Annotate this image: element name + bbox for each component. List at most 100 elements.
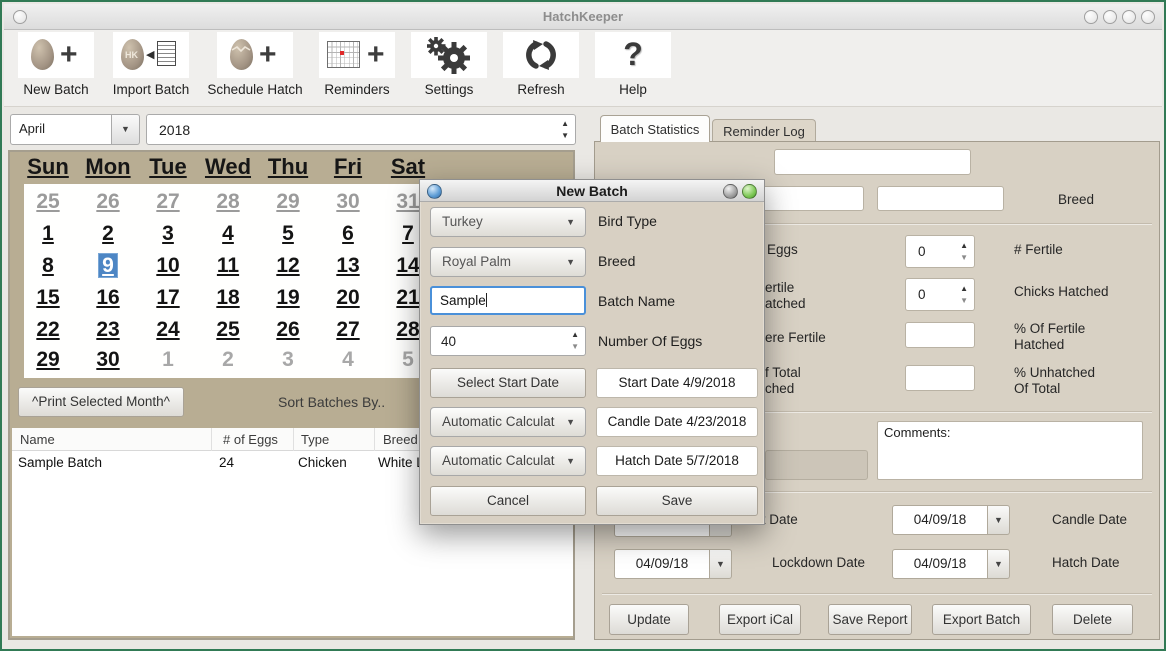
- calendar-day[interactable]: 12: [258, 251, 318, 281]
- window-maximize-button[interactable]: [1103, 10, 1117, 24]
- save-report-button[interactable]: Save Report: [828, 604, 912, 635]
- title-bar: HatchKeeper: [4, 4, 1162, 30]
- export-batch-button[interactable]: Export Batch: [932, 604, 1031, 635]
- window-restore-button[interactable]: [1122, 10, 1136, 24]
- calendar-day[interactable]: 3: [138, 219, 198, 249]
- lockdown-date-combo[interactable]: 04/09/18 ▼: [614, 549, 732, 579]
- schedule-hatch-button[interactable]: + Schedule Hatch: [207, 32, 303, 97]
- year-value: 2018: [159, 122, 190, 138]
- number-of-eggs-spinner[interactable]: 40 ▲▼: [430, 326, 586, 356]
- save-button[interactable]: Save: [596, 486, 758, 516]
- chevron-down-icon[interactable]: ▼: [710, 549, 732, 579]
- calendar-day[interactable]: 2: [198, 345, 258, 375]
- column-header-name[interactable]: Name: [20, 432, 55, 447]
- calendar-day[interactable]: 20: [318, 283, 378, 313]
- candle-date-label: Candle Date: [1052, 512, 1127, 528]
- chevron-down-icon: ▼: [566, 408, 575, 436]
- calendar-day[interactable]: 23: [78, 315, 138, 345]
- spinner-arrows[interactable]: ▲▼: [960, 283, 968, 307]
- import-batch-egg-document-icon: HK ◀: [113, 32, 189, 78]
- tab-reminder-log[interactable]: Reminder Log: [712, 119, 816, 142]
- calendar-day[interactable]: 16: [78, 283, 138, 313]
- refresh-button[interactable]: Refresh: [493, 32, 589, 97]
- calendar-day[interactable]: 1: [18, 219, 78, 249]
- calendar-day[interactable]: 15: [18, 283, 78, 313]
- calendar-day[interactable]: 4: [198, 219, 258, 249]
- calendar-day[interactable]: 18: [198, 283, 258, 313]
- help-button[interactable]: ? Help: [585, 32, 681, 97]
- bird-type-dropdown[interactable]: Turkey▼: [430, 207, 586, 237]
- reminders-button[interactable]: + Reminders: [309, 32, 405, 97]
- dialog-title-bar: New Batch: [420, 180, 764, 202]
- spinner-arrows[interactable]: ▲▼: [960, 240, 968, 264]
- new-batch-button[interactable]: + New Batch: [8, 32, 104, 97]
- sort-batches-label[interactable]: Sort Batches By..: [278, 394, 385, 410]
- batch-name-input[interactable]: Sample: [430, 286, 586, 315]
- delete-button[interactable]: Delete: [1052, 604, 1133, 635]
- chevron-down-icon[interactable]: ▼: [988, 549, 1010, 579]
- fertile-spinner[interactable]: 0 ▲▼: [905, 235, 975, 268]
- dialog-maximize-icon[interactable]: [742, 184, 757, 199]
- calendar-day[interactable]: 30: [78, 345, 138, 375]
- calendar-day[interactable]: 8: [18, 251, 78, 281]
- calendar-day[interactable]: 10: [138, 251, 198, 281]
- calendar-day[interactable]: 25: [18, 187, 78, 217]
- calendar-day[interactable]: 4: [318, 345, 378, 375]
- calendar-day[interactable]: 2: [78, 219, 138, 249]
- candle-date-combo[interactable]: 04/09/18 ▼: [892, 505, 1010, 535]
- print-selected-month-button[interactable]: ^Print Selected Month^: [18, 387, 184, 417]
- calendar-day[interactable]: 29: [18, 345, 78, 375]
- pct-unhatched-field[interactable]: [905, 365, 975, 391]
- calendar-day[interactable]: 29: [258, 187, 318, 217]
- calendar-day[interactable]: 9: [78, 251, 138, 281]
- column-header-eggs[interactable]: # of Eggs: [223, 432, 278, 447]
- batch-name-field[interactable]: [774, 149, 971, 175]
- update-button[interactable]: Update: [609, 604, 689, 635]
- calendar-day[interactable]: 1: [138, 345, 198, 375]
- window-minimize-button[interactable]: [1084, 10, 1098, 24]
- select-start-date-button[interactable]: Select Start Date: [430, 368, 586, 398]
- pct-of-fertile-hatched-label: % Of Fertile Hatched: [1014, 321, 1085, 353]
- calendar-day[interactable]: 11: [198, 251, 258, 281]
- tab-batch-statistics[interactable]: Batch Statistics: [600, 115, 710, 142]
- lockdown-date-value: 04/09/18: [614, 549, 710, 579]
- calendar-day[interactable]: 26: [258, 315, 318, 345]
- calendar-day[interactable]: 27: [138, 187, 198, 217]
- calendar-day[interactable]: 26: [78, 187, 138, 217]
- calendar-day[interactable]: 28: [198, 187, 258, 217]
- calendar-day[interactable]: 22: [18, 315, 78, 345]
- year-spinner[interactable]: 2018 ▲▼: [146, 114, 576, 145]
- calendar-day[interactable]: 25: [198, 315, 258, 345]
- hatch-calc-dropdown[interactable]: Automatic Calculat▼: [430, 446, 586, 476]
- calendar-day[interactable]: 6: [318, 219, 378, 249]
- hatch-date-combo[interactable]: 04/09/18 ▼: [892, 549, 1010, 579]
- calendar-day[interactable]: 13: [318, 251, 378, 281]
- cancel-button[interactable]: Cancel: [430, 486, 586, 516]
- breed-field[interactable]: [877, 186, 1004, 211]
- month-select[interactable]: April ▼: [10, 114, 140, 145]
- dialog-minimize-icon[interactable]: [723, 184, 738, 199]
- year-spinner-arrows[interactable]: ▲▼: [561, 118, 569, 142]
- calendar-day[interactable]: 3: [258, 345, 318, 375]
- breed-dropdown[interactable]: Royal Palm▼: [430, 247, 586, 277]
- comments-textarea[interactable]: Comments:: [877, 421, 1143, 480]
- pct-fertile-hatched-field[interactable]: [905, 322, 975, 348]
- chevron-down-icon[interactable]: ▼: [988, 505, 1010, 535]
- settings-button[interactable]: Settings: [401, 32, 497, 97]
- chicks-hatched-spinner[interactable]: 0 ▲▼: [905, 278, 975, 311]
- calendar-day[interactable]: 30: [318, 187, 378, 217]
- calendar-day[interactable]: 5: [258, 219, 318, 249]
- calendar-day[interactable]: 24: [138, 315, 198, 345]
- chevron-down-icon[interactable]: ▼: [112, 114, 140, 145]
- import-batch-button[interactable]: HK ◀ Import Batch: [103, 32, 199, 97]
- calendar-day[interactable]: 27: [318, 315, 378, 345]
- export-ical-button[interactable]: Export iCal: [719, 604, 801, 635]
- calendar-day[interactable]: 17: [138, 283, 198, 313]
- column-header-type[interactable]: Type: [301, 432, 329, 447]
- spinner-arrows[interactable]: ▲▼: [571, 329, 579, 353]
- calendar-day[interactable]: 19: [258, 283, 318, 313]
- chevron-down-icon: ▼: [566, 447, 575, 475]
- column-header-breed[interactable]: Breed: [383, 432, 418, 447]
- candle-calc-dropdown[interactable]: Automatic Calculat▼: [430, 407, 586, 437]
- window-close-button[interactable]: [1141, 10, 1155, 24]
